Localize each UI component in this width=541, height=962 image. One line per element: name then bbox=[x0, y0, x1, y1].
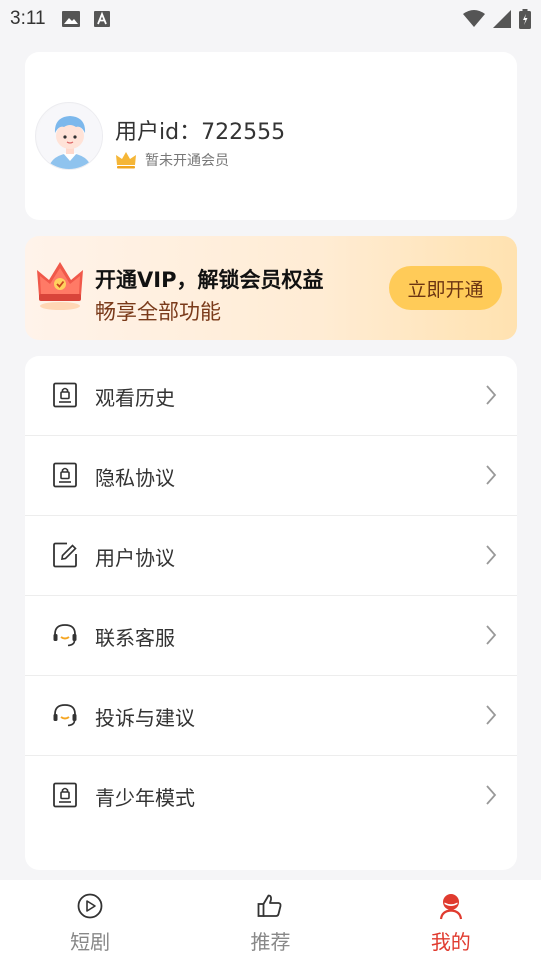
bottom-nav: 短剧 推荐 我的 bbox=[0, 880, 541, 962]
headset-icon bbox=[53, 704, 77, 727]
chevron-right-icon bbox=[486, 385, 497, 405]
crown-icon bbox=[116, 152, 136, 169]
chevron-right-icon bbox=[486, 625, 497, 645]
menu-item-label: 用户协议 bbox=[95, 546, 175, 570]
menu-item-watch-history[interactable]: 观看历史 bbox=[25, 356, 517, 436]
vip-crown-icon bbox=[37, 262, 83, 310]
menu-item-label: 观看历史 bbox=[95, 386, 175, 410]
avatar[interactable] bbox=[35, 102, 103, 170]
headset-icon bbox=[53, 624, 77, 647]
menu-card: 观看历史 隐私协议 用户协议 联系客服 投诉与建议 青少年模式 bbox=[25, 356, 517, 870]
user-id: 用户id：722555 bbox=[115, 120, 286, 145]
chevron-right-icon bbox=[486, 545, 497, 565]
menu-item-user-agreement[interactable]: 用户协议 bbox=[25, 516, 517, 596]
thumbs-up-icon bbox=[258, 894, 282, 917]
lock-doc-icon bbox=[53, 462, 77, 488]
menu-item-label: 联系客服 bbox=[95, 626, 175, 650]
nav-label: 短剧 bbox=[70, 930, 111, 954]
wifi-icon bbox=[463, 10, 485, 27]
battery-icon bbox=[519, 9, 531, 29]
vip-subtitle: 畅享全部功能 bbox=[95, 300, 221, 324]
menu-item-teen-mode[interactable]: 青少年模式 bbox=[25, 756, 517, 836]
nav-tab-mine[interactable]: 我的 bbox=[361, 880, 541, 962]
translate-icon bbox=[93, 11, 110, 27]
menu-item-privacy-policy[interactable]: 隐私协议 bbox=[25, 436, 517, 516]
user-icon bbox=[439, 894, 462, 920]
status-bar: 3:11 bbox=[0, 0, 541, 38]
menu-item-complaints-suggestions[interactable]: 投诉与建议 bbox=[25, 676, 517, 756]
lock-doc-icon bbox=[53, 382, 77, 408]
play-circle-icon bbox=[77, 893, 103, 919]
lock-doc-icon bbox=[53, 782, 77, 808]
nav-label: 推荐 bbox=[250, 930, 291, 954]
profile-card: 用户id：722555 暂未开通会员 bbox=[25, 52, 517, 220]
signal-icon bbox=[493, 10, 511, 28]
image-icon bbox=[61, 11, 80, 27]
chevron-right-icon bbox=[486, 705, 497, 725]
member-status-label: 暂未开通会员 bbox=[145, 153, 229, 169]
status-time: 3:11 bbox=[10, 8, 46, 29]
member-status-row: 暂未开通会员 bbox=[115, 150, 229, 170]
nav-tab-short-drama[interactable]: 短剧 bbox=[0, 880, 180, 962]
menu-item-label: 青少年模式 bbox=[95, 786, 195, 810]
nav-label: 我的 bbox=[430, 930, 471, 954]
nav-tab-recommend[interactable]: 推荐 bbox=[180, 880, 360, 962]
menu-item-label: 隐私协议 bbox=[95, 466, 175, 490]
menu-item-contact-support[interactable]: 联系客服 bbox=[25, 596, 517, 676]
vip-title: 开通VIP，解锁会员权益 bbox=[95, 268, 324, 292]
open-vip-button[interactable]: 立即开通 bbox=[389, 266, 502, 310]
menu-item-label: 投诉与建议 bbox=[95, 706, 195, 730]
chevron-right-icon bbox=[486, 465, 497, 485]
edit-doc-icon bbox=[53, 542, 77, 568]
chevron-right-icon bbox=[486, 785, 497, 805]
vip-banner[interactable]: 开通VIP，解锁会员权益 畅享全部功能 立即开通 bbox=[25, 236, 517, 340]
